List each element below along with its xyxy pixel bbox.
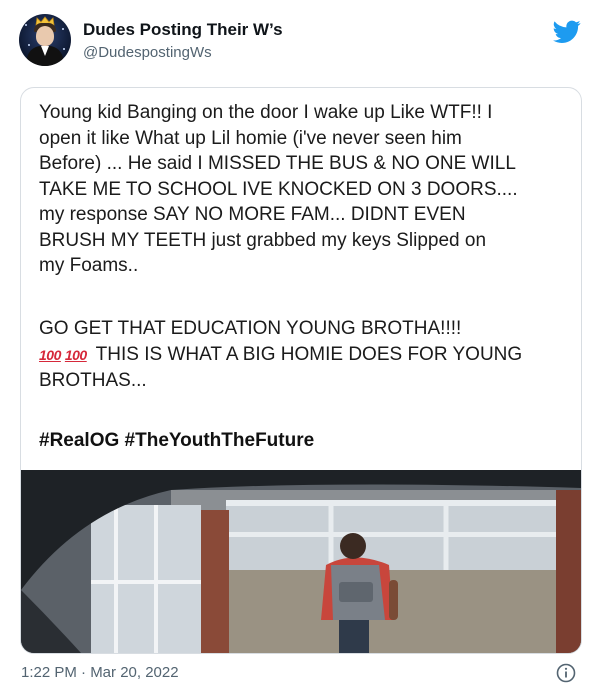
tweet-line-education: GO GET THAT EDUCATION YOUNG BROTHA!!!!: [39, 318, 462, 339]
avatar-face: [36, 26, 54, 46]
avatar-sparkle: [62, 28, 64, 30]
hundred-points-emoji: 100: [39, 346, 61, 363]
avatar-sparkle: [28, 44, 30, 46]
avatar-sparkle: [63, 48, 65, 50]
tweet-timestamp[interactable]: 1:22 PM · Mar 20, 2022: [21, 664, 179, 681]
avatar-sparkle: [25, 24, 27, 26]
tweet-line-big-homie: THIS IS WHAT A BIG HOMIE DOES FOR YOUNG …: [39, 343, 523, 392]
author-name[interactable]: Dudes Posting Their W’s: [83, 20, 283, 40]
info-icon[interactable]: [556, 663, 576, 683]
avatar[interactable]: [19, 14, 71, 66]
author-handle[interactable]: @DudespostingWs: [83, 44, 212, 61]
tweet-photo[interactable]: [21, 470, 581, 653]
tweet-paragraph-2: GO GET THAT EDUCATION YOUNG BROTHA!!!! 1…: [39, 316, 569, 394]
tweet-paragraph-1: Young kid Banging on the door I wake up …: [39, 102, 518, 276]
twitter-bird-icon[interactable]: [553, 20, 581, 44]
tweet-card: Young kid Banging on the door I wake up …: [20, 87, 582, 654]
hashtags[interactable]: #RealOG #TheYouthTheFuture: [39, 430, 314, 452]
tweet-header: Dudes Posting Their W’s @DudespostingWs: [0, 0, 600, 80]
hundred-points-emoji: 100: [64, 346, 87, 363]
